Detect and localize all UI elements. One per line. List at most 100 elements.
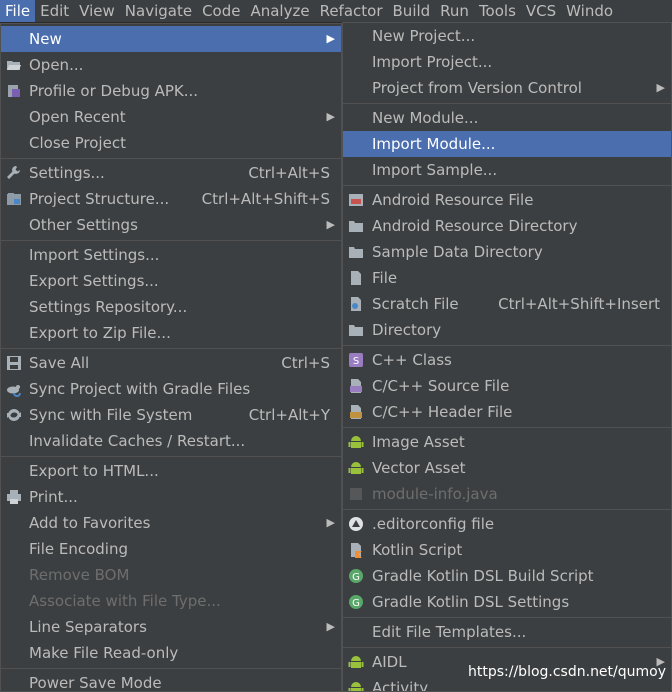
file-print-item[interactable]: Print...	[1, 484, 341, 510]
file-other-settings-item[interactable]: Other Settings ▶	[1, 212, 341, 238]
wrench-icon	[7, 166, 20, 179]
new-module-label: New Module...	[372, 109, 479, 127]
vector-asset-item[interactable]: Vector Asset	[343, 455, 671, 481]
folder-open-icon	[7, 61, 21, 70]
menu-file[interactable]: File	[0, 0, 36, 22]
vector-asset-label: Vector Asset	[372, 459, 466, 477]
android-icon	[348, 462, 364, 474]
new-submenu: New Project... Import Project... Project…	[342, 22, 672, 692]
file-encoding-label: File Encoding	[29, 540, 128, 558]
directory-label: Directory	[372, 321, 442, 339]
file-invalidate-caches-item[interactable]: Invalidate Caches / Restart...	[1, 428, 341, 454]
file-associate-type-label: Associate with File Type...	[29, 592, 221, 610]
cpp-source-item[interactable]: C/C++ Source File	[343, 373, 671, 399]
file-line-separators-label: Line Separators	[29, 618, 147, 636]
separator	[343, 509, 671, 510]
file-new-item[interactable]: New ▶	[1, 26, 341, 52]
menu-view[interactable]: View	[74, 0, 120, 22]
aidl-label: AIDL	[372, 653, 407, 671]
sync-icon	[7, 409, 21, 421]
file-settings-item[interactable]: Settings... Ctrl+Alt+S	[1, 160, 341, 186]
project-structure-icon	[7, 193, 21, 205]
file-other-settings-label: Other Settings	[29, 216, 138, 234]
file-power-save-item[interactable]: Power Save Mode	[1, 670, 341, 691]
submenu-arrow-icon: ▶	[326, 516, 335, 529]
edit-templates-label: Edit File Templates...	[372, 623, 527, 641]
shortcut-label: Ctrl+S	[281, 354, 330, 372]
project-vcs-item[interactable]: Project from Version Control ▶	[343, 75, 671, 101]
import-sample-item[interactable]: Import Sample...	[343, 157, 671, 183]
file-sync-gradle-item[interactable]: Sync Project with Gradle Files	[1, 376, 341, 402]
file-line-separators-item[interactable]: Line Separators ▶	[1, 614, 341, 640]
file-add-favorites-item[interactable]: Add to Favorites ▶	[1, 510, 341, 536]
file-sync-fs-item[interactable]: Sync with File System Ctrl+Alt+Y	[1, 402, 341, 428]
separator	[343, 103, 671, 104]
menu-navigate[interactable]: Navigate	[120, 0, 197, 22]
file-profile-apk-label: Profile or Debug APK...	[29, 82, 199, 100]
cpp-source-icon	[350, 379, 362, 393]
file-print-label: Print...	[29, 488, 78, 506]
edit-templates-item[interactable]: Edit File Templates...	[343, 619, 671, 645]
android-resource-directory-label: Android Resource Directory	[372, 217, 578, 235]
save-icon	[7, 356, 21, 370]
menu-refactor[interactable]: Refactor	[315, 0, 388, 22]
android-resource-directory-item[interactable]: Android Resource Directory	[343, 213, 671, 239]
file-import-settings-label: Import Settings...	[29, 246, 160, 264]
menu-tools[interactable]: Tools	[474, 0, 521, 22]
svg-text:G: G	[352, 598, 360, 609]
submenu-arrow-icon: ▶	[656, 81, 665, 94]
scratch-file-item[interactable]: Scratch File Ctrl+Alt+Shift+Insert	[343, 291, 671, 317]
file-profile-apk-item[interactable]: Profile or Debug APK...	[1, 78, 341, 104]
gradle-kotlin-settings-item[interactable]: G Gradle Kotlin DSL Settings	[343, 589, 671, 615]
import-module-item[interactable]: Import Module...	[343, 131, 671, 157]
file-item[interactable]: File	[343, 265, 671, 291]
cpp-header-item[interactable]: C/C++ Header File	[343, 399, 671, 425]
submenu-arrow-icon: ▶	[326, 620, 335, 633]
file-save-all-item[interactable]: Save All Ctrl+S	[1, 350, 341, 376]
new-module-item[interactable]: New Module...	[343, 105, 671, 131]
file-make-readonly-item[interactable]: Make File Read-only	[1, 640, 341, 666]
shortcut-label: Ctrl+Alt+Y	[248, 406, 330, 424]
android-resource-file-item[interactable]: Android Resource File	[343, 187, 671, 213]
image-asset-label: Image Asset	[372, 433, 465, 451]
sample-data-directory-item[interactable]: Sample Data Directory	[343, 239, 671, 265]
file-project-structure-label: Project Structure...	[29, 190, 170, 208]
menu-build[interactable]: Build	[388, 0, 436, 22]
android-resource-file-icon	[349, 194, 363, 206]
menu-code[interactable]: Code	[197, 0, 245, 22]
file-export-settings-item[interactable]: Export Settings...	[1, 268, 341, 294]
import-project-label: Import Project...	[372, 53, 493, 71]
gradle-kotlin-build-item[interactable]: G Gradle Kotlin DSL Build Script	[343, 563, 671, 589]
file-project-structure-item[interactable]: Project Structure... Ctrl+Alt+Shift+S	[1, 186, 341, 212]
import-sample-label: Import Sample...	[372, 161, 498, 179]
file-export-html-item[interactable]: Export to HTML...	[1, 458, 341, 484]
new-project-item[interactable]: New Project...	[343, 23, 671, 49]
file-export-zip-item[interactable]: Export to Zip File...	[1, 320, 341, 346]
menu-analyze[interactable]: Analyze	[245, 0, 314, 22]
menu-vcs[interactable]: VCS	[521, 0, 561, 22]
image-asset-item[interactable]: Image Asset	[343, 429, 671, 455]
editorconfig-item[interactable]: .editorconfig file	[343, 511, 671, 537]
menu-window[interactable]: Windo	[561, 0, 618, 22]
separator	[1, 240, 341, 241]
file-new-label: New	[29, 30, 62, 48]
file-save-all-label: Save All	[29, 354, 90, 372]
file-settings-repository-item[interactable]: Settings Repository...	[1, 294, 341, 320]
android-resource-file-label: Android Resource File	[372, 191, 534, 209]
menu-run[interactable]: Run	[435, 0, 474, 22]
import-project-item[interactable]: Import Project...	[343, 49, 671, 75]
editorconfig-label: .editorconfig file	[372, 515, 495, 533]
activity-label: Activity	[372, 679, 429, 692]
menu-bar: File Edit View Navigate Code Analyze Ref…	[0, 0, 672, 23]
file-encoding-item[interactable]: File Encoding	[1, 536, 341, 562]
apk-icon	[8, 85, 20, 97]
file-close-project-item[interactable]: Close Project	[1, 130, 341, 156]
cpp-class-item[interactable]: S C++ Class	[343, 347, 671, 373]
file-import-settings-item[interactable]: Import Settings...	[1, 242, 341, 268]
separator	[1, 158, 341, 159]
kotlin-script-item[interactable]: Kotlin Script	[343, 537, 671, 563]
menu-edit[interactable]: Edit	[35, 0, 74, 22]
file-open-recent-item[interactable]: Open Recent ▶	[1, 104, 341, 130]
directory-item[interactable]: Directory	[343, 317, 671, 343]
file-open-item[interactable]: Open...	[1, 52, 341, 78]
